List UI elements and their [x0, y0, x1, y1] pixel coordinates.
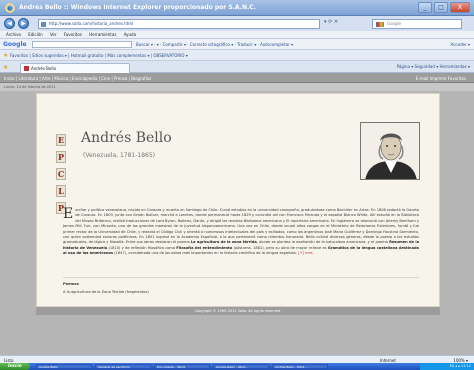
menu-bar: Archivo Edición Ver Favoritos Herramient… [0, 31, 474, 39]
command-bar[interactable]: Página ▾ Seguridad ▾ Herramientas ▾ [397, 64, 470, 69]
copyright-footer: Copyright © 1999-2011 Salla. All rights … [36, 307, 440, 315]
google-icon [376, 22, 384, 27]
letter-c[interactable]: C [56, 168, 66, 180]
google-logo: Google [3, 41, 27, 48]
taskbar: Inicio Andrés Bello Ventana de escritori… [0, 363, 474, 370]
address-row: ◀ ▶ http://www.salla.com/historia_andres… [0, 16, 474, 31]
site-favicon-icon [24, 66, 29, 71]
bio-part-3: (1810) y de reflexión filosófica como [107, 245, 175, 250]
system-tray: ES ◂ ▴ 11:12 [420, 363, 474, 370]
window-titlebar: e Andrés Bello :: Windows Internet Explo… [0, 0, 474, 16]
google-logo-text: Google [3, 41, 27, 48]
date-bar: Lunes, 14 de febrero de 2011 [0, 83, 474, 91]
menu-tools[interactable]: Herramientas [89, 32, 116, 37]
author-name: Andrés Bello [81, 130, 172, 146]
taskbar-item-5[interactable]: Andrés Bello - Wind... [272, 364, 328, 369]
biography-panel: E P C L P Andrés Bello (Venezuela, 1781-… [36, 93, 440, 307]
works-link[interactable]: A la agricultura de la Zona Tórrida (fra… [63, 290, 149, 294]
bio-part-1: scritor y político venezolano, nacido en… [63, 208, 419, 245]
tab-favorites-star-icon[interactable]: ★ [3, 64, 8, 71]
page-icon [41, 22, 46, 27]
letter-e[interactable]: E [56, 134, 66, 146]
site-navigation: Inicio | Literatura | Arte | Música | En… [0, 73, 474, 83]
works-heading: Poemas [63, 282, 79, 286]
address-url: http://www.salla.com/historia_andres.htm… [49, 21, 134, 26]
divider [63, 277, 419, 278]
internet-explorer-icon: e [5, 3, 15, 13]
search-placeholder: Google [387, 21, 402, 26]
minimize-button[interactable]: _ [418, 2, 432, 13]
google-signin[interactable]: Acceder ▾ [451, 42, 470, 47]
taskbar-item-2[interactable]: Ventana de escritorio [95, 364, 151, 369]
google-toolbar-items[interactable]: Buscar ▾ · ▾ · Compartir ▾ · Correcto or… [136, 42, 293, 47]
address-input[interactable]: http://www.salla.com/historia_andres.htm… [38, 19, 320, 29]
more-link[interactable]: [+] más [298, 251, 313, 255]
bio-part-5: (1847), considerada una de las obras más… [113, 251, 297, 256]
menu-view[interactable]: Ver [50, 32, 57, 37]
bio-part-4: (póstuma, 1881), pero su obra de mayor r… [232, 245, 327, 250]
menu-edit[interactable]: Edición [28, 32, 42, 37]
letter-p[interactable]: P [56, 151, 66, 163]
favorites-bar: ★ Favoritos | Sitios sugeridos ▾ | Hotma… [0, 50, 474, 61]
author-dates: (Venezuela, 1781-1865) [83, 152, 156, 159]
google-toolbar-search[interactable] [32, 41, 132, 48]
dropcap: E [63, 206, 74, 222]
menu-help[interactable]: Ayuda [124, 32, 136, 37]
taskbar-item-3[interactable]: Documento - Word [154, 364, 210, 369]
page-viewport: Inicio | Literatura | Arte | Música | En… [0, 73, 474, 355]
menu-favorites[interactable]: Favoritos [64, 32, 82, 37]
svg-text:e: e [7, 5, 12, 13]
letter-l[interactable]: L [56, 185, 66, 197]
current-date: Lunes, 14 de febrero de 2011 [4, 85, 56, 89]
search-input[interactable]: Google [372, 19, 462, 29]
menu-file[interactable]: Archivo [6, 32, 21, 37]
bio-bold-3: Filosofía del entendimiento [176, 245, 233, 250]
bio-bold-1: La agricultura de la zona tórrida [190, 240, 257, 245]
site-nav-actions[interactable]: E-mail Imprimir Favoritos [416, 76, 466, 81]
forward-arrow-icon[interactable]: ▶ [18, 18, 29, 29]
tab-andres-bello[interactable]: Andrés Bello [20, 63, 130, 73]
taskbar-item-1[interactable]: Andrés Bello [36, 364, 92, 369]
window-title: Andrés Bello :: Windows Internet Explore… [19, 4, 256, 11]
status-bar: Listo Internet 100% ▾ [0, 355, 474, 363]
author-portrait [360, 122, 420, 180]
tab-label: Andrés Bello [31, 66, 57, 71]
tab-row: ★ Andrés Bello Página ▾ Seguridad ▾ Herr… [0, 61, 474, 73]
favorites-items[interactable]: Favoritos | Sitios sugeridos ▾ | Hotmail… [10, 53, 188, 58]
google-toolbar: Google Buscar ▾ · ▾ · Compartir ▾ · Corr… [0, 39, 474, 50]
back-arrow-icon[interactable]: ◀ [4, 18, 15, 29]
portrait-drawing-icon [361, 123, 419, 179]
refresh-stop-icon[interactable]: ▾ ⟳ ✕ [324, 19, 338, 25]
site-nav-links[interactable]: Inicio | Literatura | Arte | Música | En… [4, 76, 151, 81]
start-button[interactable]: Inicio [0, 363, 30, 370]
window-controls: _ □ X [418, 2, 470, 13]
biography-text: Escritor y político venezolano, nacido e… [63, 206, 419, 257]
favorites-star-icon[interactable]: ★ [3, 52, 8, 59]
maximize-button[interactable]: □ [434, 2, 448, 13]
bio-part-2: , donde se plantea la exaltación de la n… [256, 240, 388, 245]
close-button[interactable]: X [450, 2, 470, 13]
taskbar-item-4[interactable]: Andrés Bello - Wind... [213, 364, 269, 369]
